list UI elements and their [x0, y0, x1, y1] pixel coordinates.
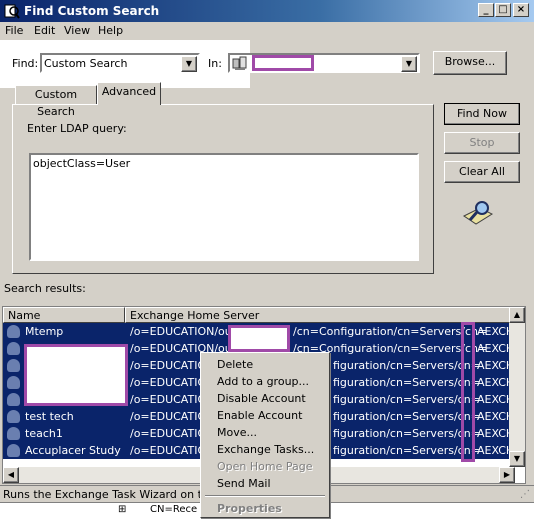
redacted-server-name	[461, 322, 475, 462]
ldap-query-label: Enter LDAP query:	[27, 122, 127, 135]
user-icon	[7, 410, 20, 423]
stop-button[interactable]: Stop	[444, 132, 520, 154]
menu-item-delete[interactable]: Delete	[217, 358, 253, 371]
menu-bar: File Edit View Help	[0, 22, 534, 40]
tree-expand-icon: ⊞	[118, 504, 127, 515]
search-animation-icon	[463, 201, 494, 225]
search-window-icon	[4, 4, 20, 19]
row-server-path: figuration/cn=Servers/cn=	[333, 444, 480, 457]
user-icon	[7, 359, 20, 372]
in-label: In:	[208, 57, 222, 70]
user-icon	[7, 342, 20, 355]
row-server-path: /cn=Configuration/cn=Servers/cn=	[293, 325, 488, 338]
menu-item-move[interactable]: Move...	[217, 426, 257, 439]
user-icon	[7, 325, 20, 338]
user-icon	[7, 427, 20, 440]
maximize-button[interactable]: □	[495, 3, 511, 17]
find-label: Find:	[12, 57, 39, 70]
row-server-path: figuration/cn=Servers/cn=	[333, 410, 480, 423]
menu-item-disable-account[interactable]: Disable Account	[217, 392, 306, 405]
browse-button[interactable]: Browse...	[433, 51, 507, 75]
tree-item-label: CN=Rece	[150, 504, 198, 515]
row-server-path: figuration/cn=Servers/cn=	[333, 359, 480, 372]
tab-custom-search[interactable]: Custom Search	[15, 85, 97, 118]
menu-item-send-mail[interactable]: Send Mail	[217, 477, 271, 490]
user-icon	[7, 444, 20, 457]
row-server-path: figuration/cn=Servers/cn=	[333, 376, 480, 389]
row-server-prefix: /o=EDUCATION/ou=	[130, 325, 241, 338]
menu-edit[interactable]: Edit	[34, 24, 55, 37]
search-results-label: Search results:	[4, 282, 86, 295]
status-text: Runs the Exchange Task Wizard on these	[3, 488, 229, 501]
menu-file[interactable]: File	[5, 24, 23, 37]
find-now-button[interactable]: Find Now	[444, 103, 520, 125]
context-menu: Delete Add to a group... Disable Account…	[200, 352, 330, 518]
menu-item-enable-account[interactable]: Enable Account	[217, 409, 302, 422]
row-name: teach1	[25, 427, 63, 440]
menu-item-exchange-tasks[interactable]: Exchange Tasks...	[217, 443, 314, 456]
find-type-combo[interactable]: Custom Search ▼	[40, 53, 200, 73]
clear-all-button[interactable]: Clear All	[444, 161, 520, 183]
ldap-query-text: objectClass=User	[33, 157, 131, 170]
redacted-names	[24, 344, 128, 406]
menu-separator	[205, 495, 325, 497]
resize-grip-icon[interactable]: ⋰	[520, 489, 530, 500]
close-button[interactable]: ×	[513, 3, 529, 17]
vertical-scrollbar[interactable]: ▲ ▼	[509, 307, 525, 467]
domain-icon	[232, 56, 247, 70]
menu-item-add-to-group[interactable]: Add to a group...	[217, 375, 309, 388]
scroll-left-icon[interactable]: ◀	[3, 467, 19, 483]
menu-item-properties: Properties	[217, 502, 282, 515]
find-type-value: Custom Search	[44, 57, 128, 70]
minimize-button[interactable]: _	[478, 3, 494, 17]
in-location-combo[interactable]: ▼	[228, 53, 420, 73]
scroll-down-icon[interactable]: ▼	[509, 451, 525, 467]
row-name: Accuplacer Study	[25, 444, 121, 457]
column-header-exchange-home-server[interactable]: Exchange Home Server	[125, 307, 515, 323]
ldap-query-input[interactable]: objectClass=User	[29, 153, 419, 261]
menu-help[interactable]: Help	[98, 24, 123, 37]
title-bar[interactable]: Find Custom Search _ □ ×	[0, 0, 534, 22]
column-header-name[interactable]: Name	[3, 307, 125, 323]
row-name: test tech	[25, 410, 74, 423]
scroll-right-icon[interactable]: ▶	[499, 467, 515, 483]
row-server-path: figuration/cn=Servers/cn=	[333, 393, 480, 406]
user-icon	[7, 376, 20, 389]
redacted-ou	[228, 325, 290, 352]
advanced-panel: Enter LDAP query: objectClass=User	[12, 104, 434, 274]
user-icon	[7, 393, 20, 406]
redacted-location	[252, 55, 314, 71]
window-title: Find Custom Search	[24, 4, 160, 18]
scroll-up-icon[interactable]: ▲	[509, 307, 525, 323]
row-name: Mtemp	[25, 325, 64, 338]
row-server-path: figuration/cn=Servers/cn=	[333, 427, 480, 440]
chevron-down-icon[interactable]: ▼	[181, 56, 197, 72]
menu-item-open-home-page: Open Home Page	[217, 460, 313, 473]
menu-view[interactable]: View	[64, 24, 90, 37]
tab-advanced[interactable]: Advanced	[97, 82, 161, 105]
chevron-down-icon[interactable]: ▼	[401, 56, 417, 72]
